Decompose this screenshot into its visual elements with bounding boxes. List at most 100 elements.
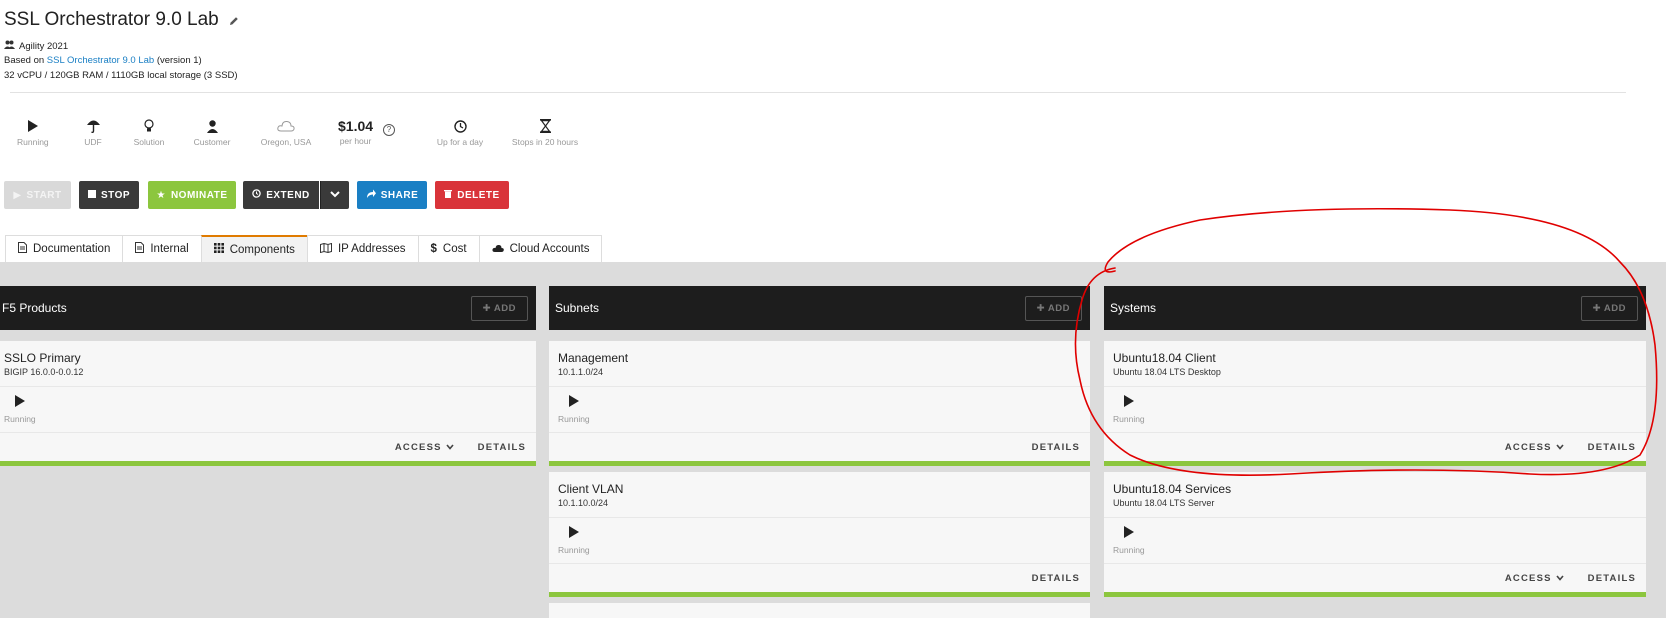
play-icon bbox=[1113, 394, 1642, 412]
add-system-button[interactable]: ✚ ADD bbox=[1580, 295, 1638, 321]
tab-ip-addresses[interactable]: IP Addresses bbox=[306, 235, 419, 262]
users-icon bbox=[4, 40, 15, 52]
start-button[interactable]: ▶ START bbox=[4, 181, 71, 209]
tab-ip-addresses-label: IP Addresses bbox=[337, 243, 406, 255]
card-name: Ubuntu18.04 Services bbox=[1113, 482, 1232, 496]
document-icon bbox=[135, 242, 145, 256]
access-dropdown[interactable]: ACCESS bbox=[1505, 573, 1564, 584]
status-bar bbox=[549, 592, 1090, 597]
clock-icon bbox=[432, 118, 488, 134]
play-icon bbox=[4, 394, 532, 412]
component-card: SSLO Primary BIGIP 16.0.0-0.0.12 Running… bbox=[0, 341, 536, 466]
card-header[interactable]: Management 10.1.1.0/24 bbox=[549, 341, 1090, 387]
stat-region: Oregon, USA bbox=[258, 118, 314, 147]
details-link[interactable]: DETAILS bbox=[1032, 442, 1080, 453]
extend-button[interactable]: EXTEND bbox=[243, 181, 319, 209]
blueprint-link[interactable]: SSL Orchestrator 9.0 Lab bbox=[47, 55, 154, 66]
column-header: F5 Products ✚ ADD bbox=[0, 286, 536, 330]
play-icon bbox=[558, 525, 1086, 543]
details-link[interactable]: DETAILS bbox=[1032, 573, 1080, 584]
tab-cloud-accounts[interactable]: Cloud Accounts bbox=[478, 235, 603, 262]
card-actions: ACCESS DETAILS bbox=[0, 433, 536, 461]
access-dropdown[interactable]: ACCESS bbox=[395, 442, 454, 453]
delete-button[interactable]: DELETE bbox=[435, 181, 509, 209]
nominate-button[interactable]: ★ NOMINATE bbox=[148, 181, 236, 209]
stat-state-label: Running bbox=[17, 137, 49, 147]
stat-type: Solution bbox=[131, 118, 167, 147]
card-state: Running bbox=[1113, 414, 1145, 424]
help-icon[interactable]: ? bbox=[383, 124, 395, 136]
tab-components-label: Components bbox=[229, 243, 295, 256]
card-status: Running bbox=[549, 518, 1090, 564]
card-status: Running bbox=[0, 387, 536, 433]
stat-platform: UDF bbox=[78, 118, 108, 147]
cloud-icon bbox=[491, 243, 504, 255]
card-subtitle: 10.1.1.0/24 bbox=[558, 367, 604, 377]
stop-button[interactable]: STOP bbox=[79, 181, 139, 209]
based-on-version: (version 1) bbox=[156, 55, 202, 66]
tab-documentation-label: Documentation bbox=[33, 243, 111, 255]
column-header: Subnets ✚ ADD bbox=[549, 286, 1090, 330]
tab-cost[interactable]: $ Cost bbox=[417, 235, 480, 262]
subnets-column: Subnets ✚ ADD Management 10.1.1.0/24 Run… bbox=[549, 286, 1090, 618]
stat-stops: Stops in 20 hours bbox=[509, 118, 581, 147]
details-link[interactable]: DETAILS bbox=[1588, 573, 1636, 584]
chevron-down-icon bbox=[446, 442, 454, 453]
extend-dropdown-button[interactable] bbox=[320, 181, 349, 209]
details-link[interactable]: DETAILS bbox=[478, 442, 526, 453]
component-card: Client VLAN 10.1.10.0/24 Running DETAILS bbox=[549, 472, 1090, 597]
clock-icon bbox=[252, 189, 261, 201]
status-bar bbox=[0, 461, 536, 466]
column-header: Systems ✚ ADD bbox=[1104, 286, 1646, 330]
column-title: Subnets bbox=[555, 301, 600, 315]
card-subtitle: Ubuntu 18.04 LTS Desktop bbox=[1113, 367, 1221, 377]
card-header[interactable]: Ubuntu18.04 Services Ubuntu 18.04 LTS Se… bbox=[1104, 472, 1646, 518]
user-icon bbox=[192, 118, 232, 134]
stat-type-label: Solution bbox=[133, 137, 165, 147]
pencil-icon[interactable] bbox=[228, 14, 240, 26]
play-icon bbox=[558, 394, 1086, 412]
stop-icon bbox=[87, 189, 96, 201]
card-state: Running bbox=[4, 414, 36, 424]
tab-documentation[interactable]: Documentation bbox=[5, 235, 124, 262]
tab-internal-label: Internal bbox=[150, 243, 189, 255]
stat-owner: Customer bbox=[192, 118, 232, 147]
play-icon bbox=[17, 118, 47, 134]
column-title: F5 Products bbox=[2, 301, 67, 315]
stat-owner-label: Customer bbox=[193, 137, 231, 147]
card-state: Running bbox=[1113, 545, 1145, 555]
card-subtitle: Ubuntu 18.04 LTS Server bbox=[1113, 498, 1215, 508]
based-on-prefix: Based on bbox=[4, 55, 45, 66]
based-on-line: Based on SSL Orchestrator 9.0 Lab (versi… bbox=[4, 55, 202, 66]
card-header[interactable]: SSLO Primary BIGIP 16.0.0-0.0.12 bbox=[0, 341, 536, 387]
card-actions: DETAILS bbox=[549, 433, 1090, 461]
star-icon: ★ bbox=[156, 189, 166, 201]
tab-cloud-accounts-label: Cloud Accounts bbox=[509, 243, 590, 255]
extend-label: EXTEND bbox=[266, 189, 310, 201]
component-card: Management 10.1.1.0/24 Running DETAILS bbox=[549, 341, 1090, 466]
card-header[interactable]: Ubuntu18.04 Client Ubuntu 18.04 LTS Desk… bbox=[1104, 341, 1646, 387]
trash-icon bbox=[444, 189, 453, 201]
component-card: Ubuntu18.04 Client Ubuntu 18.04 LTS Desk… bbox=[1104, 341, 1646, 466]
card-header[interactable]: Client VLAN 10.1.10.0/24 bbox=[549, 472, 1090, 518]
card-subtitle: 10.1.10.0/24 bbox=[558, 498, 609, 508]
stat-platform-label: UDF bbox=[84, 137, 102, 147]
systems-column: Systems ✚ ADD Ubuntu18.04 Client Ubuntu … bbox=[1104, 286, 1646, 597]
status-bar bbox=[1104, 461, 1646, 466]
card-name: Ubuntu18.04 Client bbox=[1113, 351, 1216, 365]
add-product-button[interactable]: ✚ ADD bbox=[470, 295, 528, 321]
component-card-partial bbox=[549, 603, 1090, 618]
lightbulb-icon bbox=[131, 118, 167, 134]
add-subnet-button[interactable]: ✚ ADD bbox=[1024, 295, 1082, 321]
tab-components[interactable]: Components bbox=[200, 235, 308, 262]
stop-label: STOP bbox=[100, 189, 131, 201]
access-dropdown[interactable]: ACCESS bbox=[1505, 442, 1564, 453]
tab-internal[interactable]: Internal bbox=[122, 235, 202, 262]
share-icon bbox=[366, 189, 376, 201]
play-icon bbox=[1113, 525, 1642, 543]
details-link[interactable]: DETAILS bbox=[1588, 442, 1636, 453]
stat-stops-label: Stops in 20 hours bbox=[511, 137, 579, 147]
share-button[interactable]: SHARE bbox=[357, 181, 427, 209]
card-state: Running bbox=[558, 414, 590, 424]
stat-uptime-label: Up for a day bbox=[436, 137, 484, 147]
